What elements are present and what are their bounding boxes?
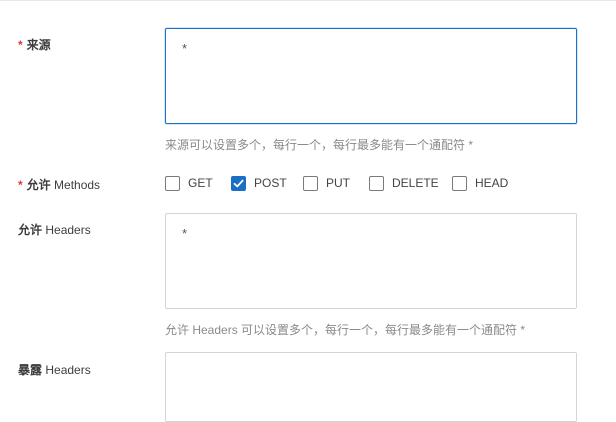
origins-label: * 来源 [18,36,51,53]
method-option-head[interactable]: HEAD [452,174,508,192]
origins-textarea[interactable]: * [165,28,577,124]
allow-headers-help-text: 允许 Headers 可以设置多个，每行一个，每行最多能有一个通配符 * [165,323,526,337]
methods-label-en: Methods [54,178,101,192]
checkbox[interactable] [303,175,318,191]
method-label: DELETE [392,176,439,190]
expose-headers-label-cn: 暴露 [18,363,43,377]
methods-label-cn: 允许 [26,178,51,192]
checkbox[interactable] [231,175,246,191]
checkbox[interactable] [452,175,467,191]
checkmark-icon [233,179,244,187]
method-option-post[interactable]: POST [231,174,287,192]
checkbox[interactable] [165,175,180,191]
expose-headers-textarea[interactable] [165,352,577,422]
checkbox[interactable] [369,175,384,191]
method-label: PUT [326,176,350,190]
allow-headers-label: 允许 Headers [18,221,91,238]
top-divider [0,0,616,1]
expose-headers-label-en: Headers [45,363,91,377]
origins-help-text: 来源可以设置多个，每行一个，每行最多能有一个通配符 * [165,138,474,152]
origins-label-text: 来源 [26,38,51,52]
required-mark: * [18,178,23,192]
methods-label: * 允许 Methods [18,176,100,193]
required-mark: * [18,38,23,52]
method-label: HEAD [475,176,509,190]
method-option-get[interactable]: GET [165,174,213,192]
method-option-delete[interactable]: DELETE [369,174,439,192]
expose-headers-label: 暴露 Headers [18,361,91,378]
method-label: POST [254,176,287,190]
method-option-put[interactable]: PUT [303,174,350,192]
allow-headers-textarea[interactable]: * [165,213,577,309]
allow-headers-label-cn: 允许 [18,223,43,237]
method-label: GET [188,176,213,190]
allow-headers-label-en: Headers [45,223,91,237]
